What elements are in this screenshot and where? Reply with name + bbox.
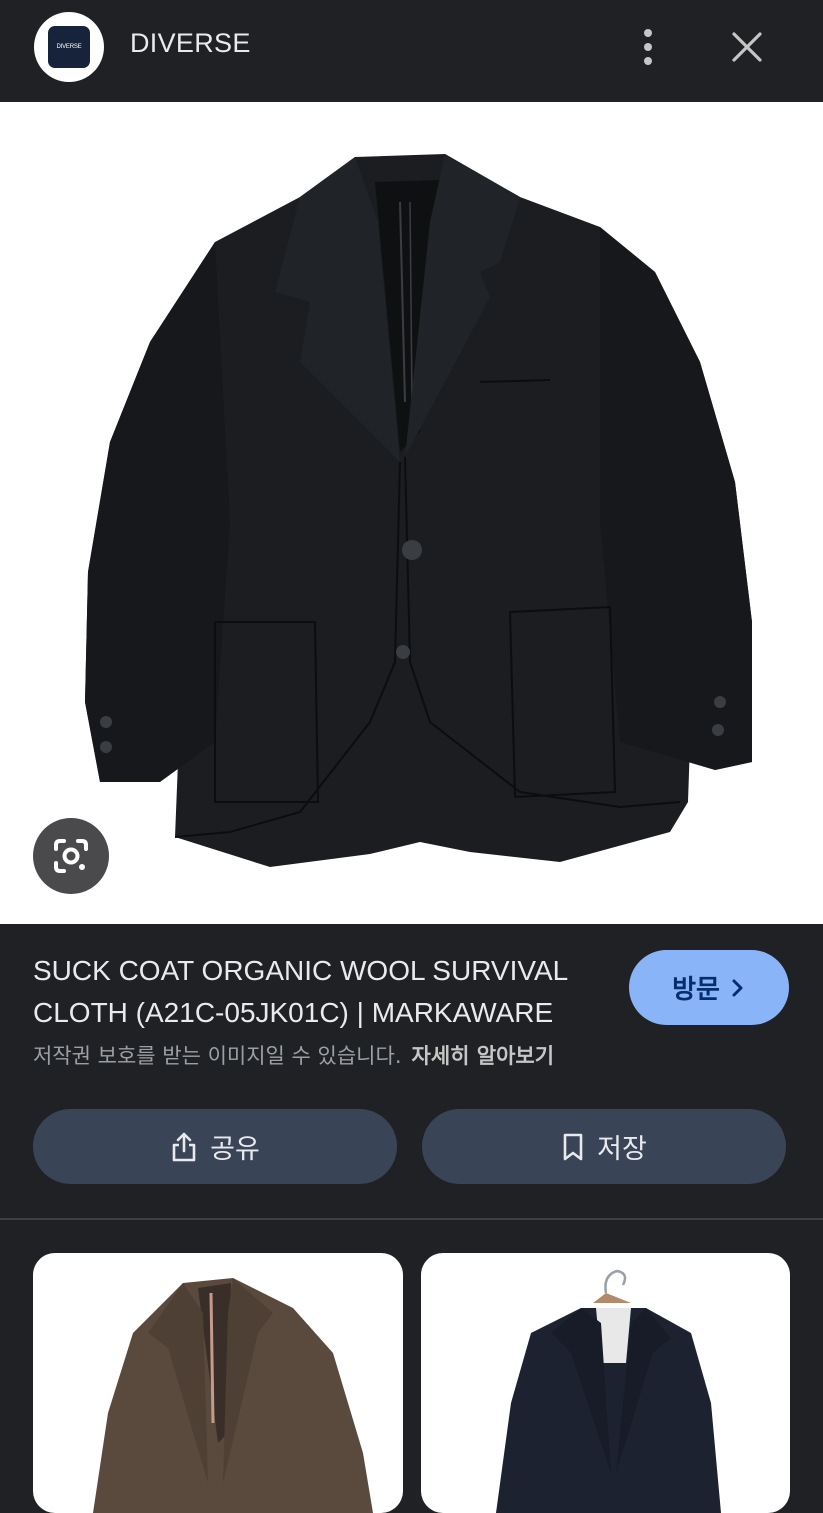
google-lens-button[interactable] [33,818,109,894]
save-label: 저장 [597,1134,647,1165]
copyright-notice: 저작권 보호를 받는 이미지일 수 있습니다. 자세히 알아보기 [33,1040,554,1070]
related-image-2[interactable] [421,1253,790,1513]
google-lens-icon [54,839,88,873]
share-label: 공유 [210,1134,260,1165]
close-icon[interactable] [726,26,768,68]
visit-label: 방문 [672,975,720,1005]
site-logo[interactable]: DIVERSE [34,12,104,82]
result-title[interactable]: SUCK COAT ORGANIC WOOL SURVIVAL CLOTH (A… [33,950,605,1034]
share-icon [172,1132,196,1161]
top-bar: DIVERSE DIVERSE [0,0,823,100]
site-name[interactable]: DIVERSE [130,28,251,59]
related-image-1[interactable] [33,1253,403,1513]
copyright-text: 저작권 보호를 받는 이미지일 수 있습니다. [33,1044,402,1068]
navy-jacket-image [496,1269,721,1513]
brown-jacket-image [93,1278,373,1513]
learn-more-link[interactable]: 자세히 알아보기 [412,1044,555,1068]
more-options-button[interactable] [628,24,668,70]
chevron-right-icon [732,979,743,996]
visit-button[interactable]: 방문 [629,950,789,1025]
site-logo-text: DIVERSE [48,26,90,68]
bookmark-icon [563,1133,583,1160]
more-vert-icon [644,29,652,37]
save-button[interactable]: 저장 [422,1109,786,1184]
main-image[interactable] [0,102,823,924]
divider [0,1218,823,1220]
share-button[interactable]: 공유 [33,1109,397,1184]
jacket-image [85,154,752,867]
